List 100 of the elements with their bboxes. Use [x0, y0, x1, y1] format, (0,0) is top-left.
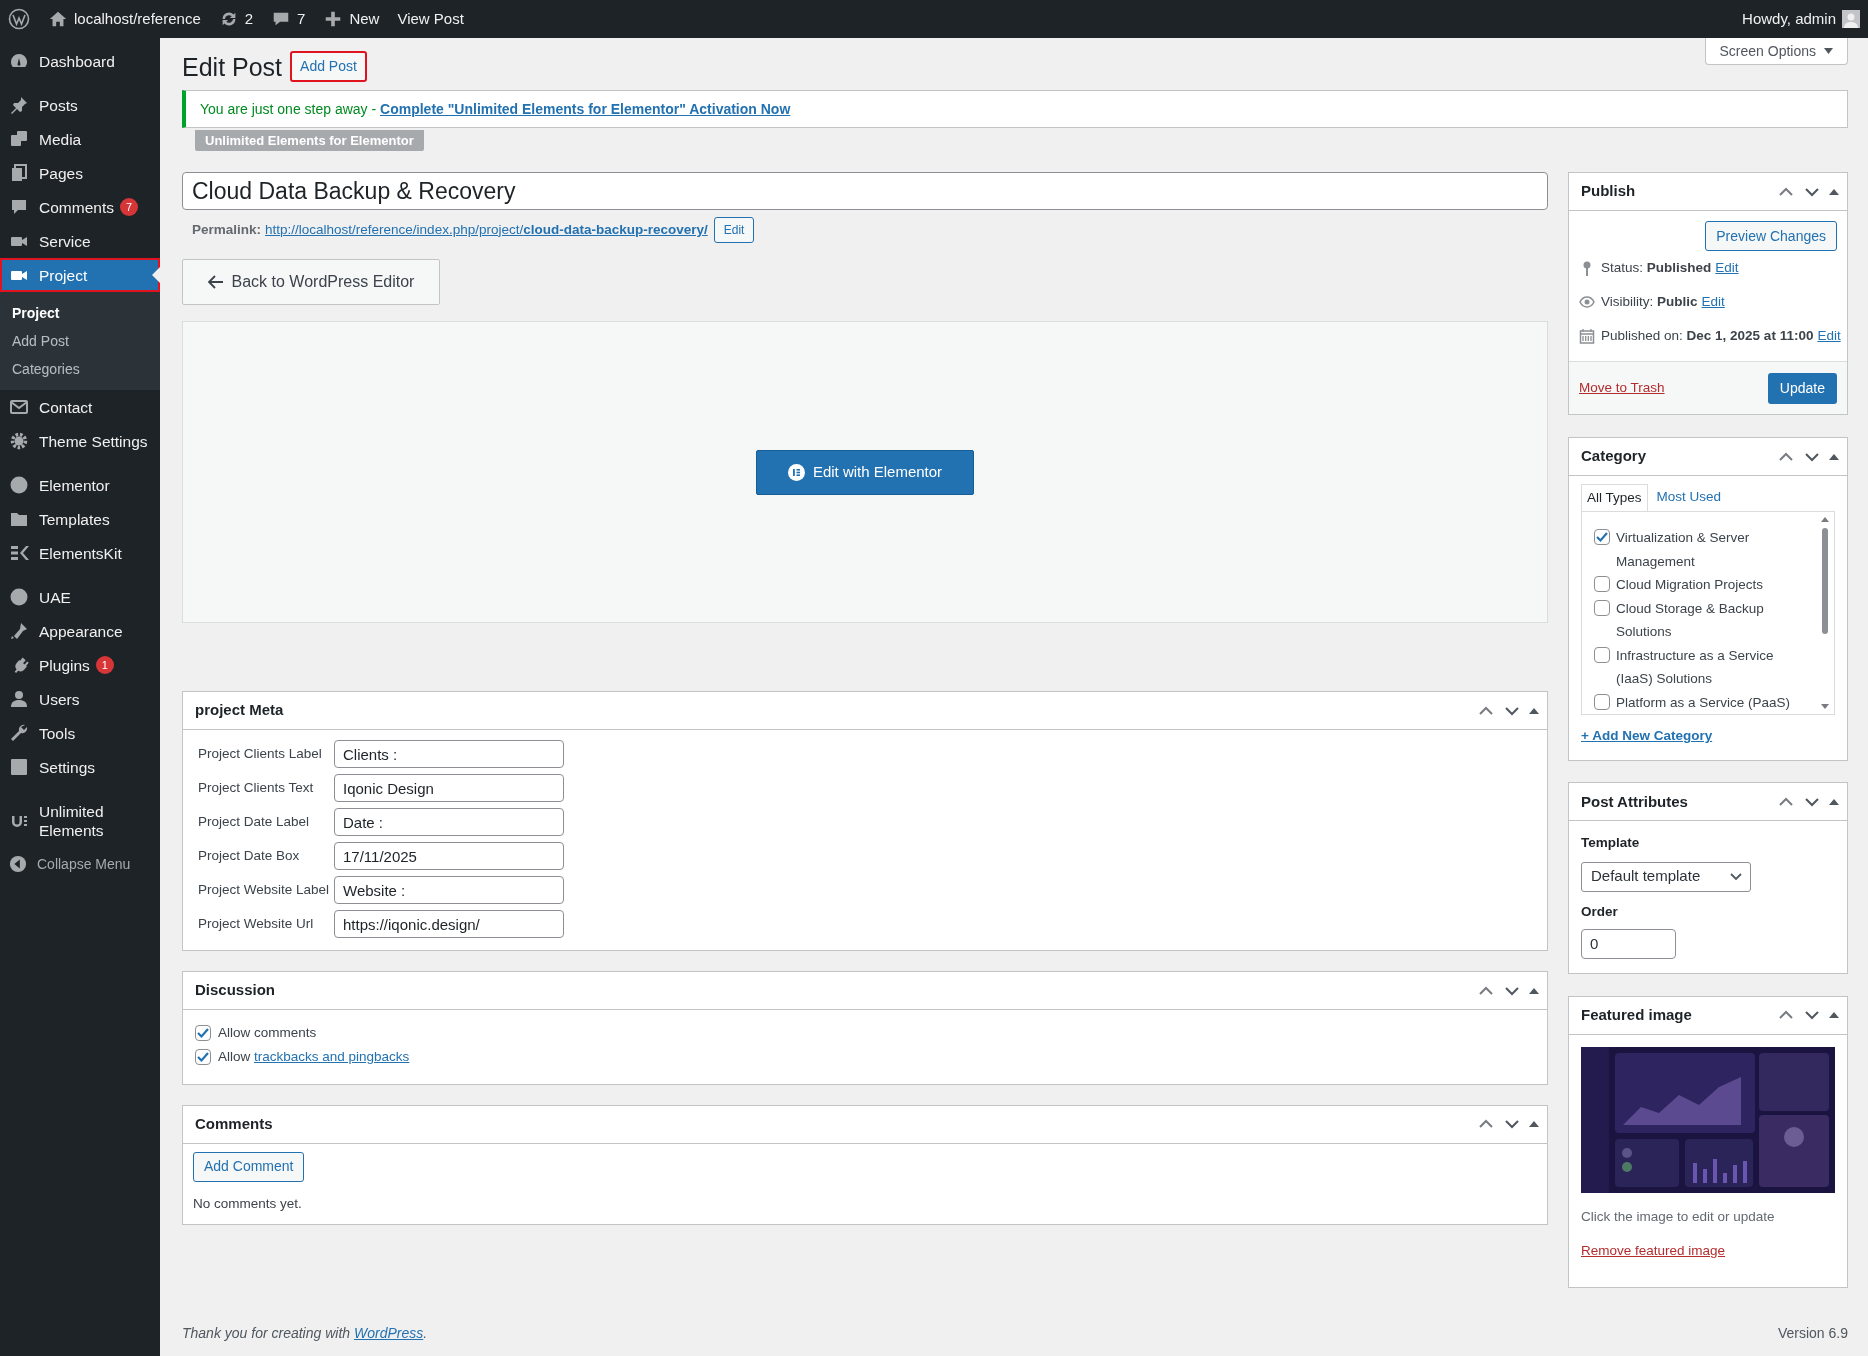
- checkbox[interactable]: [195, 1049, 211, 1066]
- edit-with-elementor-button[interactable]: Edit with Elementor: [756, 449, 974, 495]
- permalink-link[interactable]: http://localhost/reference/index.php/project/cloud-data-backup-recovery/: [265, 219, 708, 241]
- text-field[interactable]: 17/11/2025: [334, 842, 564, 870]
- order-field[interactable]: 0: [1581, 928, 1676, 959]
- add-comment-button[interactable]: Add Comment: [193, 1151, 305, 1182]
- trackbacks-link[interactable]: trackbacks and pingbacks: [254, 1049, 410, 1065]
- text-field[interactable]: https://iqonic.design/: [334, 910, 564, 938]
- collapse-toggle-icon[interactable]: [1529, 986, 1539, 995]
- submenu-item[interactable]: Categories: [0, 355, 160, 383]
- field-label: Project Clients Text: [198, 778, 315, 797]
- edit-link[interactable]: Edit: [1715, 257, 1739, 279]
- checkbox[interactable]: [195, 1025, 211, 1042]
- view-post-link[interactable]: View Post: [397, 7, 464, 31]
- menu-label: Posts: [39, 95, 78, 115]
- back-to-editor-button[interactable]: Back to WordPress Editor: [182, 259, 440, 305]
- menu-item[interactable]: Service: [0, 224, 160, 258]
- menu-item[interactable]: Settings: [0, 750, 160, 784]
- menu-label: Comments: [39, 197, 114, 217]
- option-label: Allow trackbacks and pingbacks: [218, 1048, 410, 1067]
- submenu-item[interactable]: Add Post: [0, 327, 160, 355]
- menu-item[interactable]: Unlimited Elements: [0, 794, 160, 848]
- collapse-toggle-icon[interactable]: [1829, 1011, 1839, 1020]
- edit-link[interactable]: Edit: [1817, 325, 1841, 347]
- updates-link[interactable]: 2: [218, 7, 254, 31]
- edit-permalink-button[interactable]: Edit: [713, 217, 755, 243]
- collapse-menu-button[interactable]: Collapse Menu: [0, 848, 160, 880]
- site-link[interactable]: localhost/reference: [48, 7, 201, 31]
- new-link[interactable]: New: [323, 7, 380, 31]
- logo-icon[interactable]: [8, 8, 30, 30]
- category-tab[interactable]: Most Used: [1647, 483, 1731, 511]
- collapse-toggle-icon[interactable]: [1829, 452, 1839, 461]
- menu-label: Tools: [39, 723, 76, 743]
- notch-icon: [152, 267, 160, 283]
- screen-options-button[interactable]: Screen Options: [1704, 38, 1848, 65]
- hint-text: Click the image to edit or update: [1581, 1207, 1776, 1226]
- field-label: Project Date Box: [198, 846, 301, 865]
- category-tab[interactable]: All Types: [1581, 484, 1648, 512]
- collapse-toggle-icon[interactable]: [1829, 187, 1839, 196]
- box-title: Featured image: [1581, 1005, 1692, 1025]
- field-label: Project Clients Label: [198, 744, 323, 763]
- category-label: Infrastructure as a Service (IaaS) Solutions: [1616, 646, 1775, 688]
- category-label: Cloud Storage & Backup Solutions: [1616, 599, 1765, 641]
- checkbox[interactable]: [1594, 576, 1610, 592]
- greeting-text[interactable]: Howdy, admin: [1742, 7, 1836, 31]
- menu-item[interactable]: Project: [0, 258, 160, 292]
- menu-item[interactable]: UAE: [0, 580, 160, 614]
- menu-label: Elementor: [39, 475, 110, 495]
- collapse-toggle-icon[interactable]: [1829, 797, 1839, 806]
- envelope-icon: [9, 397, 29, 417]
- text-field[interactable]: Date :: [334, 808, 564, 836]
- field-label: Project Website Label: [198, 880, 331, 899]
- collapse-toggle-icon[interactable]: [1529, 706, 1539, 715]
- text-field[interactable]: Website :: [334, 876, 564, 904]
- title-field[interactable]: Cloud Data Backup & Recovery: [182, 172, 1548, 210]
- caret-icon: [1824, 48, 1833, 54]
- menu-item[interactable]: Theme Settings: [0, 424, 160, 458]
- activation-link[interactable]: Complete "Unlimited Elements for Elementor" Activation Now: [380, 100, 791, 117]
- status-text: Status: Published: [1601, 258, 1712, 277]
- permalink-label: Permalink:: [192, 220, 262, 239]
- paintbrush-icon: [9, 621, 29, 641]
- edit-link[interactable]: Edit: [1701, 291, 1725, 313]
- status-text: Visibility: Public: [1601, 292, 1698, 311]
- menu-item[interactable]: Elementor: [0, 468, 160, 502]
- page-title: Edit Post: [182, 51, 283, 82]
- menu-item[interactable]: Dashboard: [0, 44, 160, 78]
- menu-item[interactable]: Users: [0, 682, 160, 716]
- move-to-trash-link[interactable]: Move to Trash: [1579, 377, 1665, 399]
- menu-item[interactable]: Pages: [0, 156, 160, 190]
- add-category-link[interactable]: + Add New Category: [1581, 726, 1835, 747]
- pages-icon: [9, 163, 29, 183]
- checkbox[interactable]: [1594, 693, 1610, 710]
- menu-item[interactable]: Posts: [0, 88, 160, 122]
- checkbox[interactable]: [1594, 646, 1610, 663]
- menu-item[interactable]: Media: [0, 122, 160, 156]
- menu-item[interactable]: Tools: [0, 716, 160, 750]
- menu-label: Settings: [39, 757, 95, 777]
- text-field[interactable]: Iqonic Design: [334, 774, 564, 802]
- template-select[interactable]: Default template: [1581, 861, 1751, 892]
- checkbox[interactable]: [1594, 599, 1610, 616]
- menu-item[interactable]: Contact: [0, 390, 160, 424]
- collapse-toggle-icon[interactable]: [1529, 1120, 1539, 1128]
- menu-label: Appearance: [39, 621, 123, 641]
- menu-item[interactable]: Appearance: [0, 614, 160, 648]
- category-label: Virtualization & Server Management: [1616, 529, 1751, 571]
- menu-item[interactable]: Comments 7: [0, 190, 160, 224]
- text-field[interactable]: Clients :: [334, 740, 564, 768]
- add-post-button[interactable]: Add Post: [290, 51, 367, 82]
- submenu-item[interactable]: Project: [0, 299, 160, 327]
- preview-changes-button[interactable]: Preview Changes: [1705, 221, 1837, 251]
- box-title: Publish: [1581, 181, 1636, 202]
- menu-item[interactable]: ElementsKit: [0, 536, 160, 570]
- comments-link[interactable]: 7: [271, 7, 306, 31]
- update-button[interactable]: Update: [1767, 372, 1837, 404]
- menu-item[interactable]: Templates: [0, 502, 160, 536]
- notice-text: You are just one step away - Complete "Unlimited Elements for Elementor" Activation Now: [200, 99, 791, 119]
- menu-item[interactable]: Plugins 1: [0, 648, 160, 682]
- checkbox[interactable]: [1594, 529, 1610, 545]
- remove-image-link[interactable]: Remove featured image: [1581, 1241, 1835, 1262]
- person-icon: [9, 689, 29, 709]
